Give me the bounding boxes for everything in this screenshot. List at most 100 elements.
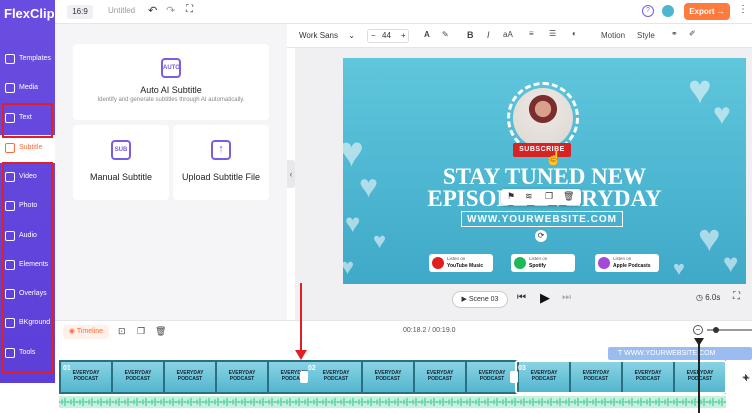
help-icon[interactable]: ? (642, 5, 654, 17)
annotation-arrow-line (300, 283, 302, 353)
heart-decoration: ♥ (698, 218, 721, 260)
highlight-icon[interactable]: ✎ (442, 30, 449, 39)
text-track-clip[interactable]: T WWW.YOURWEBSITE.COM (608, 347, 752, 360)
auto-subtitle-icon: AUTO (161, 58, 181, 78)
host-photo (513, 88, 573, 148)
annotation-box (2, 162, 53, 374)
sidebar-item-templates[interactable]: Templates (0, 46, 55, 74)
aspect-ratio-button[interactable]: 16:9 (67, 5, 93, 19)
collapse-panel-button[interactable]: ‹ (287, 160, 295, 188)
heart-decoration: ♥ (345, 208, 361, 238)
more-icon[interactable]: ⋮ (738, 4, 748, 15)
edit-icon[interactable]: ✐ (689, 29, 696, 38)
clip-thumbnail[interactable]: EVERYDAY PODCAST (415, 362, 465, 392)
heart-decoration: ♥ (688, 68, 712, 112)
fullscreen-preview-icon[interactable]: ⛶ (733, 291, 740, 302)
clip-thumbnail[interactable]: EVERYDAY PODCAST (363, 362, 413, 392)
split-icon[interactable]: ⊡ (118, 326, 126, 337)
clip-thumbnail[interactable]: EVERYDAY PODCAST (217, 362, 267, 392)
website-text-selection[interactable]: WWW.YOURWEBSITE.COM (461, 211, 623, 227)
badge-logo-icon (598, 257, 610, 269)
badge-name-text: Spotify (529, 263, 546, 269)
export-button[interactable]: Export → (684, 3, 730, 20)
listen-badge[interactable]: Listen on Spotify (511, 254, 575, 272)
size-plus[interactable]: + (401, 30, 406, 42)
add-clip-icon[interactable]: + (742, 370, 749, 384)
prev-scene-icon[interactable]: ⏮ (517, 292, 526, 303)
sidebar-item-media[interactable]: Media (0, 75, 55, 103)
zoom-out-icon[interactable]: − (693, 325, 703, 335)
align-icon[interactable]: ≡ (529, 29, 534, 38)
templates-icon (5, 54, 15, 64)
align-icon[interactable]: ⚑ (507, 191, 515, 202)
listen-badge[interactable]: Listen on YouTube Music (429, 254, 493, 272)
clip-thumbnail[interactable]: EVERYDAY PODCAST (113, 362, 163, 392)
badge-logo-icon (514, 257, 526, 269)
fullscreen-icon[interactable]: ⛶ (186, 4, 193, 15)
zoom-slider-thumb[interactable] (713, 327, 719, 333)
media-icon (5, 83, 15, 93)
clip-thumbnail[interactable]: EVERYDAY PODCAST (165, 362, 215, 392)
clip-thumbnail-title: EVERYDAY PODCAST (228, 370, 256, 382)
scene-label: Scene 03 (468, 296, 499, 303)
duration-value: 6.0s (705, 293, 721, 302)
project-title[interactable]: Untitled (108, 6, 135, 15)
font-name: Work Sans (299, 31, 338, 40)
playhead[interactable] (698, 340, 700, 413)
text-color-icon[interactable]: A (424, 30, 430, 39)
bold-icon[interactable]: B (467, 30, 474, 40)
chevron-down-icon: ⌄ (348, 31, 355, 40)
rotate-handle-icon[interactable]: ⟳ (535, 230, 547, 242)
auto-subtitle-card[interactable]: AUTO Auto AI Subtitle Identify and gener… (73, 44, 269, 120)
delete-icon[interactable]: 🗑 (563, 191, 574, 202)
motion-button[interactable]: Motion (601, 31, 625, 40)
size-minus[interactable]: − (371, 30, 376, 42)
time-display: 00:18.2 / 00:19.0 (403, 327, 456, 334)
video-canvas[interactable]: ♥ ♥ ♥ ♥ ♥ ♥ ♥ ♥ ♥ ♥ SUBSCRIBE ☝ STAY TUN… (343, 58, 746, 284)
font-select[interactable]: Work Sans ⌄ (299, 29, 357, 43)
sidebar-item-label: Subtitle (19, 144, 43, 151)
play-icon[interactable]: ▶ (540, 290, 550, 306)
undo-icon[interactable]: ↶ (148, 4, 157, 17)
copy-icon[interactable]: ❐ (137, 326, 145, 337)
timeline-label: Timeline (76, 328, 104, 335)
heart-decoration: ♥ (673, 258, 685, 280)
zoom-slider[interactable] (707, 327, 752, 333)
upload-icon: ↑ (211, 140, 231, 160)
upload-subtitle-card[interactable]: ↑ Upload Subtitle File (173, 125, 269, 200)
text-toolbar: Work Sans ⌄ − 44 + A ✎ B I aA ≡ ☰ ◐ Motio… (287, 24, 752, 48)
duplicate-icon[interactable]: ❐ (545, 191, 553, 202)
italic-icon[interactable]: I (487, 30, 490, 40)
font-size-stepper[interactable]: − 44 + (367, 29, 409, 43)
listen-badge[interactable]: Listen on Apple Podcasts (595, 254, 659, 272)
sidebar-item-subtitle[interactable]: Subtitle (0, 135, 55, 163)
badge-top-text: Listen on (447, 256, 466, 261)
transition-marker[interactable] (510, 371, 518, 383)
next-scene-icon[interactable]: ⏭ (562, 292, 571, 303)
selected-clip-outline[interactable] (515, 360, 727, 394)
size-value[interactable]: 44 (382, 30, 391, 42)
top-bar: FlexClip 16:9 Untitled ↶ ↷ ⛶ ? Export → … (0, 0, 752, 24)
opacity-icon[interactable]: ◐ (572, 29, 577, 38)
link-icon[interactable]: ⚭ (671, 29, 678, 38)
clip-thumbnail-title: EVERYDAY PODCAST (322, 370, 350, 382)
auto-subtitle-desc: Identify and generate subtitles through … (97, 97, 245, 103)
timeline-toggle[interactable]: ◉ Timeline (63, 325, 109, 339)
trash-icon[interactable]: 🗑 (155, 326, 166, 337)
manual-subtitle-card[interactable]: SUB Manual Subtitle (73, 125, 169, 200)
spacing-icon[interactable]: ☰ (549, 29, 556, 38)
layers-icon[interactable]: ≋ (525, 191, 533, 202)
subtitle-panel: AUTO Auto AI Subtitle Identify and gener… (55, 24, 287, 320)
case-icon[interactable]: aA (503, 30, 513, 39)
auto-subtitle-title: Auto AI Subtitle (140, 85, 202, 95)
duration-display[interactable]: ◷ 6.0s (696, 293, 720, 302)
heart-decoration: ♥ (723, 248, 739, 278)
transition-marker[interactable] (300, 371, 308, 383)
subtitle-icon (5, 143, 15, 153)
avatar[interactable] (662, 5, 674, 17)
redo-icon[interactable]: ↷ (166, 4, 175, 17)
style-button[interactable]: Style (637, 31, 655, 40)
clip-thumbnail[interactable]: EVERYDAY PODCAST (311, 362, 361, 392)
audio-track[interactable] (59, 396, 726, 408)
scene-selector[interactable]: ▶ Scene 03 (452, 291, 508, 308)
